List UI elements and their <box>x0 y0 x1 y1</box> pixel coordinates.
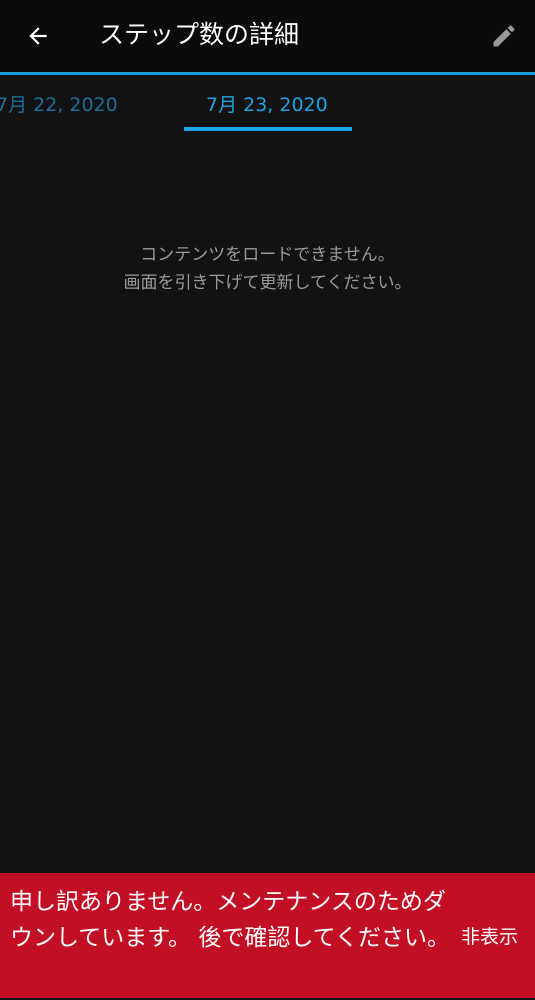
selected-tab-indicator <box>184 127 352 131</box>
tab-date-current[interactable]: 7月 23, 2020 <box>206 88 328 122</box>
app-bar: ステップ数の詳細 <box>0 0 535 72</box>
app-bar-divider <box>0 72 535 75</box>
arrow-left-icon <box>29 27 47 45</box>
load-error-line-2: 画面を引き下げて更新してください。 <box>123 273 412 293</box>
load-error-message: コンテンツをロードできません。 画面を引き下げて更新してください。 <box>0 241 535 297</box>
step-details-screen: ステップ数の詳細 7月 22, 2020 7月 23, 2020 コンテンツをロ… <box>0 0 535 1000</box>
maintenance-snackbar: 申し訳ありません。メンテナンスのためダウンしています。 後で確認してください。 … <box>0 873 535 998</box>
load-error-line-1: コンテンツをロードできません。 <box>140 245 395 265</box>
back-button[interactable] <box>14 12 62 60</box>
pencil-icon <box>493 25 515 47</box>
dismiss-button[interactable]: 非表示 <box>461 921 518 953</box>
page-title: ステップ数の詳細 <box>99 20 300 49</box>
edit-button[interactable] <box>480 12 528 60</box>
tab-date-previous[interactable]: 7月 22, 2020 <box>0 88 118 122</box>
snackbar-message: 申し訳ありません。メンテナンスのためダウンしています。 後で確認してください。 <box>10 889 450 951</box>
